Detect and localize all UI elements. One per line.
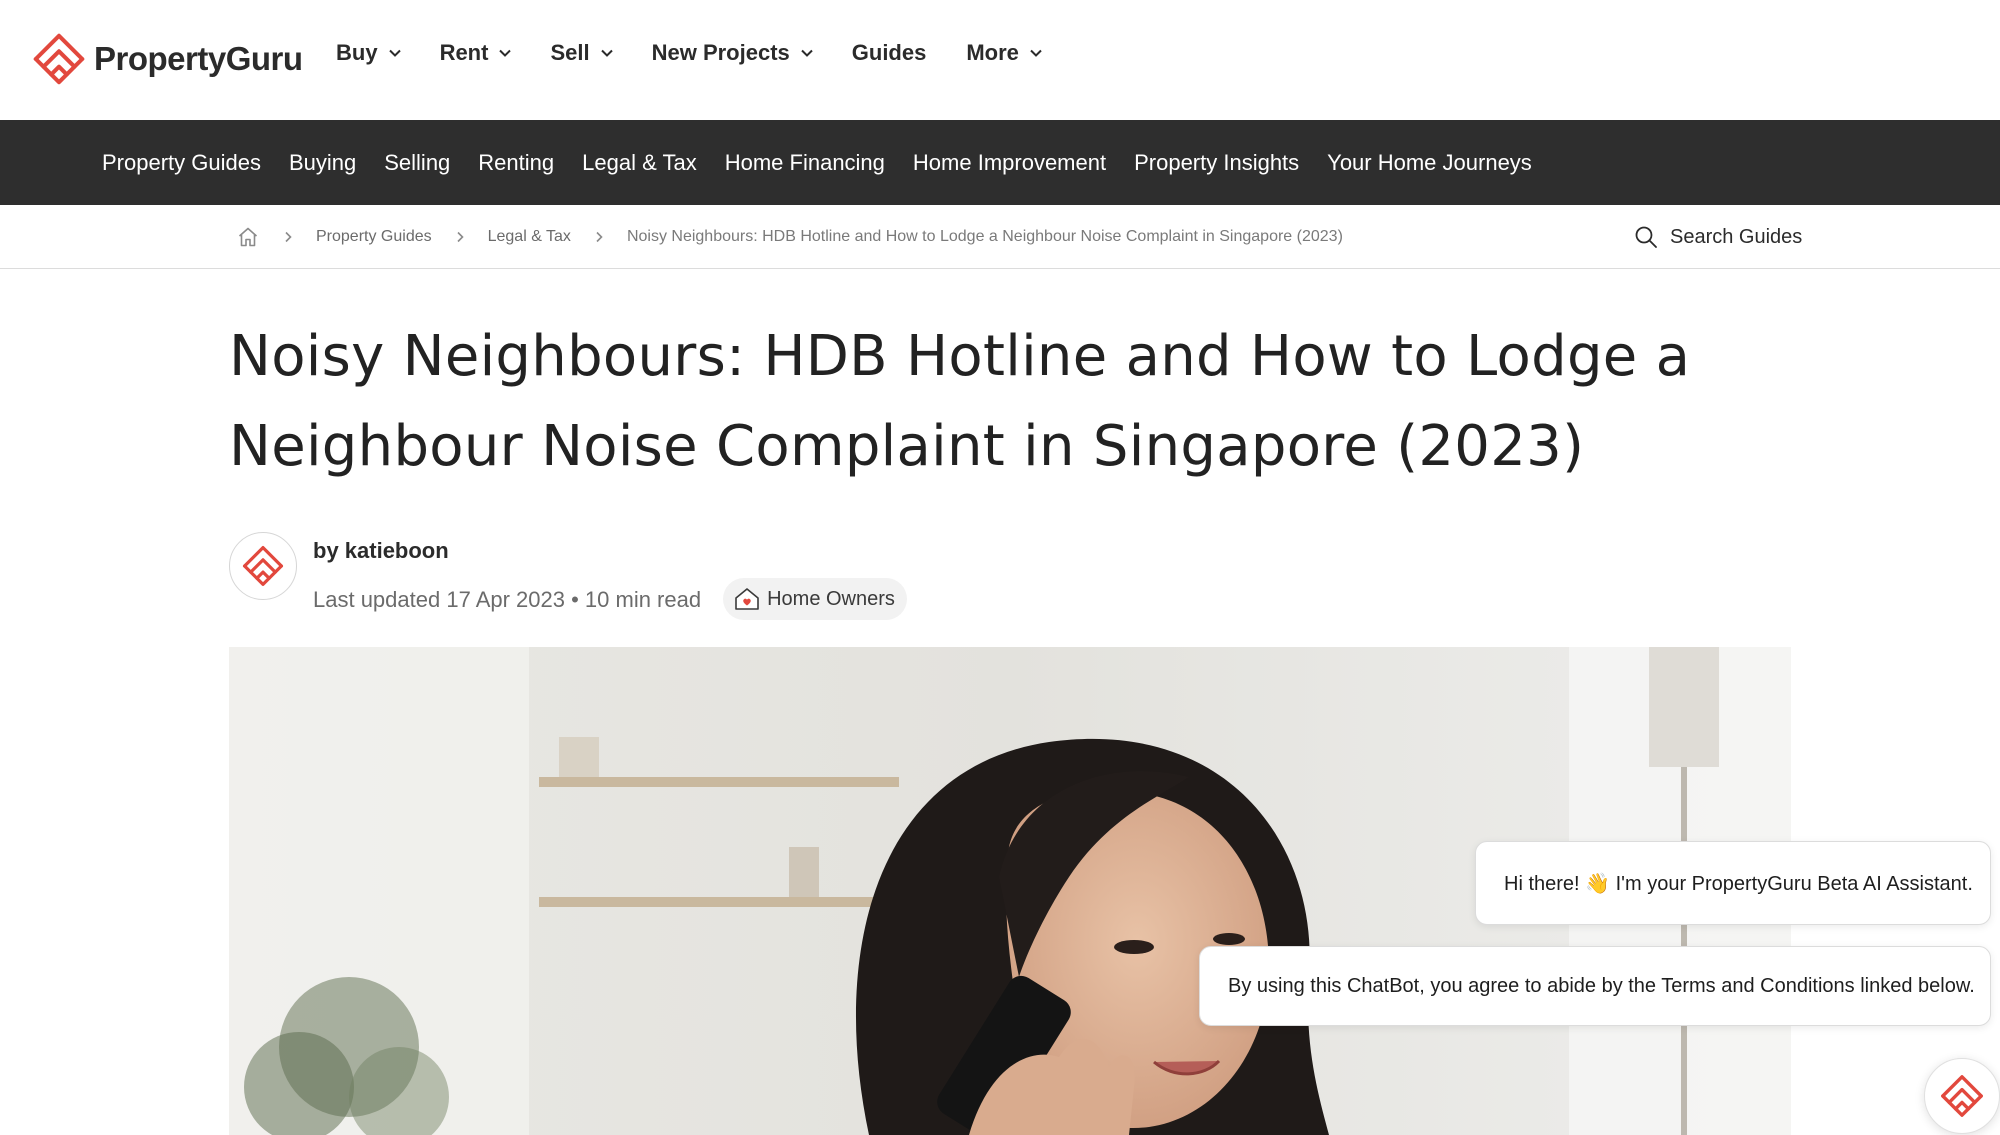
chevron-down-icon — [600, 49, 613, 57]
guides-subnav: Property Guides Buying Selling Renting L… — [0, 120, 2000, 205]
chevron-down-icon — [801, 49, 813, 57]
chevron-right-icon — [285, 231, 292, 243]
breadcrumb: Property Guides Legal & Tax Noisy Neighb… — [236, 205, 1343, 269]
subnav-home-improvement[interactable]: Home Improvement — [913, 150, 1106, 176]
chat-greeting-bubble: Hi there! 👋 I'm your PropertyGuru Beta A… — [1475, 841, 1991, 925]
subnav-property-guides[interactable]: Property Guides — [102, 150, 261, 176]
chatbot-launcher-button[interactable] — [1924, 1058, 2000, 1134]
chat-terms-bubble: By using this ChatBot, you agree to abid… — [1199, 946, 1991, 1026]
nav-buy-label: Buy — [336, 40, 378, 65]
breadcrumb-legal-tax[interactable]: Legal & Tax — [488, 228, 571, 246]
article-title-line-1: Noisy Neighbours: HDB Hotline and How to… — [229, 324, 1691, 389]
search-guides-button[interactable]: Search Guides — [1634, 205, 1802, 269]
propertyguru-logo-icon — [1941, 1075, 1983, 1117]
propertyguru-logo-icon — [242, 545, 284, 587]
nav-new-projects-label: New Projects — [651, 40, 790, 65]
nav-sell-label: Sell — [550, 40, 590, 65]
search-guides-label: Search Guides — [1670, 225, 1803, 248]
subnav-buying[interactable]: Buying — [289, 150, 356, 176]
chevron-right-icon — [457, 231, 464, 243]
search-icon — [1635, 226, 1657, 248]
author-row: by katieboon Last updated 17 Apr 2023 • … — [229, 532, 907, 620]
article-title-line-2: Neighbour Noise Complaint in Singapore (… — [229, 414, 1585, 479]
breadcrumb-bar: Property Guides Legal & Tax Noisy Neighb… — [0, 205, 2000, 269]
house-heart-icon — [735, 588, 759, 610]
breadcrumb-property-guides[interactable]: Property Guides — [316, 228, 432, 246]
subnav-your-home-journeys[interactable]: Your Home Journeys — [1327, 150, 1532, 176]
chevron-down-icon — [388, 49, 401, 57]
author-byline[interactable]: by katieboon — [313, 538, 907, 564]
subnav-selling[interactable]: Selling — [384, 150, 450, 176]
subnav-legal-tax[interactable]: Legal & Tax — [582, 150, 697, 176]
nav-guides[interactable]: Guides — [852, 40, 927, 66]
author-meta: by katieboon Last updated 17 Apr 2023 • … — [313, 532, 907, 620]
article-meta-row: Last updated 17 Apr 2023 • 10 min read H… — [313, 578, 907, 620]
home-icon[interactable] — [236, 225, 260, 249]
nav-rent[interactable]: Rent — [440, 40, 513, 66]
tag-home-owners[interactable]: Home Owners — [723, 578, 907, 620]
chevron-down-icon — [1030, 49, 1042, 57]
chevron-right-icon — [596, 231, 603, 243]
nav-buy[interactable]: Buy — [336, 40, 402, 66]
subnav-home-financing[interactable]: Home Financing — [725, 150, 885, 176]
subnav-renting[interactable]: Renting — [478, 150, 554, 176]
nav-new-projects[interactable]: New Projects — [652, 40, 814, 66]
article-title: Noisy Neighbours: HDB Hotline and How to… — [229, 312, 1789, 492]
subnav-property-insights[interactable]: Property Insights — [1134, 150, 1299, 176]
nav-guides-label: Guides — [851, 40, 927, 65]
nav-more[interactable]: More — [966, 40, 1043, 66]
propertyguru-logo[interactable]: PropertyGuru — [30, 30, 303, 88]
propertyguru-logo-icon — [33, 33, 85, 85]
site-header: PropertyGuru Buy Rent Sell New Projects … — [0, 0, 2000, 120]
tag-label: Home Owners — [767, 587, 895, 610]
brand-name: PropertyGuru — [94, 40, 303, 77]
nav-more-label: More — [966, 40, 1019, 65]
chat-greeting-text: Hi there! 👋 I'm your PropertyGuru Beta A… — [1504, 872, 1973, 895]
main-nav: Buy Rent Sell New Projects Guides More — [336, 40, 1081, 66]
chat-terms-text: By using this ChatBot, you agree to abid… — [1228, 974, 1975, 997]
avatar[interactable] — [229, 532, 297, 600]
chevron-down-icon — [499, 49, 512, 57]
last-updated: Last updated 17 Apr 2023 • 10 min read — [313, 587, 702, 612]
nav-rent-label: Rent — [439, 40, 489, 65]
breadcrumb-current-page: Noisy Neighbours: HDB Hotline and How to… — [626, 228, 1343, 245]
nav-sell[interactable]: Sell — [550, 40, 613, 66]
